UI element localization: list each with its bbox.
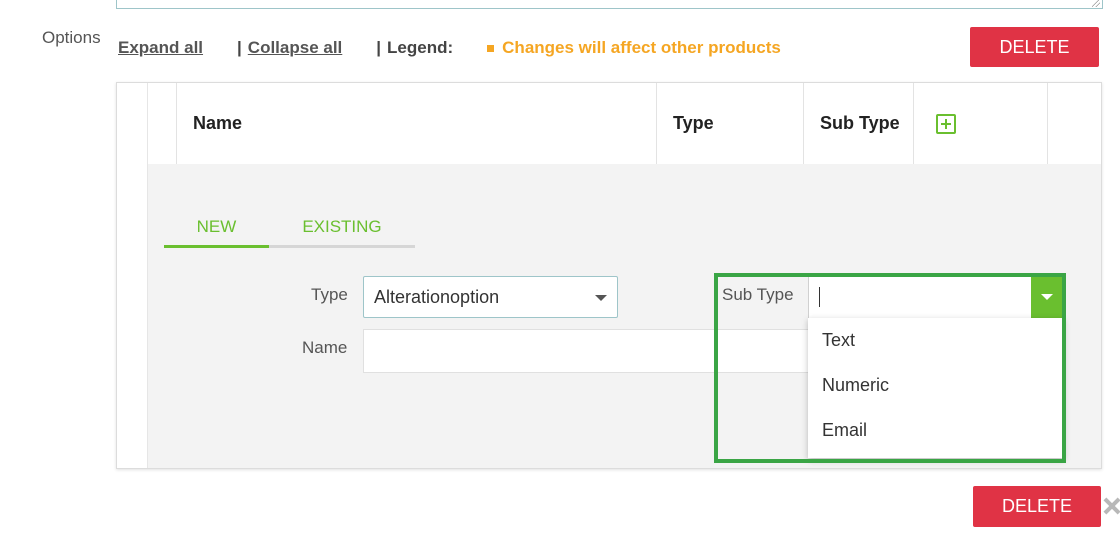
subtype-label: Sub Type <box>722 285 794 304</box>
legend-square-icon <box>487 44 495 52</box>
expand-all-link[interactable]: Expand all <box>118 38 203 58</box>
type-select-value: Alterationoption <box>374 286 500 307</box>
close-icon[interactable] <box>1103 497 1120 515</box>
options-panel: Name Type Sub Type NEW EXISTING Type Alt… <box>116 82 1102 469</box>
type-label: Type <box>311 285 348 304</box>
chevron-down-icon <box>1041 294 1053 300</box>
row-handle-strip <box>117 83 148 468</box>
dropdown-option-email[interactable]: Email <box>808 408 1064 453</box>
grid-header: Name Type Sub Type <box>148 83 1101 165</box>
separator: | <box>376 38 382 57</box>
add-icon[interactable] <box>936 113 956 134</box>
tab-new[interactable]: NEW <box>164 208 269 245</box>
description-textarea[interactable] <box>116 0 1103 9</box>
text-cursor <box>819 287 820 307</box>
collapse-all-link[interactable]: Collapse all <box>248 38 342 58</box>
delete-button-bottom[interactable]: DELETE <box>973 486 1101 527</box>
legend-label: Legend: <box>387 38 454 57</box>
column-header-empty <box>1047 83 1101 164</box>
chevron-down-icon <box>595 295 607 301</box>
edit-form-area: NEW EXISTING Type Alterationoption Name … <box>148 164 1101 468</box>
delete-button-top[interactable]: DELETE <box>970 27 1099 67</box>
legend-item: Changes will affect other products <box>487 38 781 58</box>
options-toolbar: Expand all | Collapse all | Legend: Chan… <box>118 36 781 60</box>
separator: | <box>237 38 242 57</box>
options-label: Options <box>42 28 101 47</box>
dropdown-option-text[interactable]: Text <box>808 318 1064 363</box>
subtype-dropdown-button[interactable] <box>1031 276 1064 318</box>
column-header-name[interactable]: Name <box>176 83 656 164</box>
column-header-subtype[interactable]: Sub Type <box>803 83 913 164</box>
name-label: Name <box>302 338 348 357</box>
legend-item-label: Changes will affect other products <box>502 38 781 57</box>
name-input[interactable] <box>363 329 883 373</box>
tab-existing[interactable]: EXISTING <box>269 208 415 245</box>
tab-active-indicator <box>164 245 269 248</box>
column-header-type[interactable]: Type <box>656 83 803 164</box>
subtype-combobox[interactable] <box>808 276 1064 318</box>
dropdown-option-numeric[interactable]: Numeric <box>808 363 1064 408</box>
subtype-dropdown-list: Text Numeric Email <box>808 318 1064 458</box>
add-column-cell <box>913 83 1047 164</box>
type-select[interactable]: Alterationoption <box>363 276 618 318</box>
resize-grip-icon[interactable] <box>1092 0 1100 7</box>
tabs: NEW EXISTING <box>164 208 415 248</box>
